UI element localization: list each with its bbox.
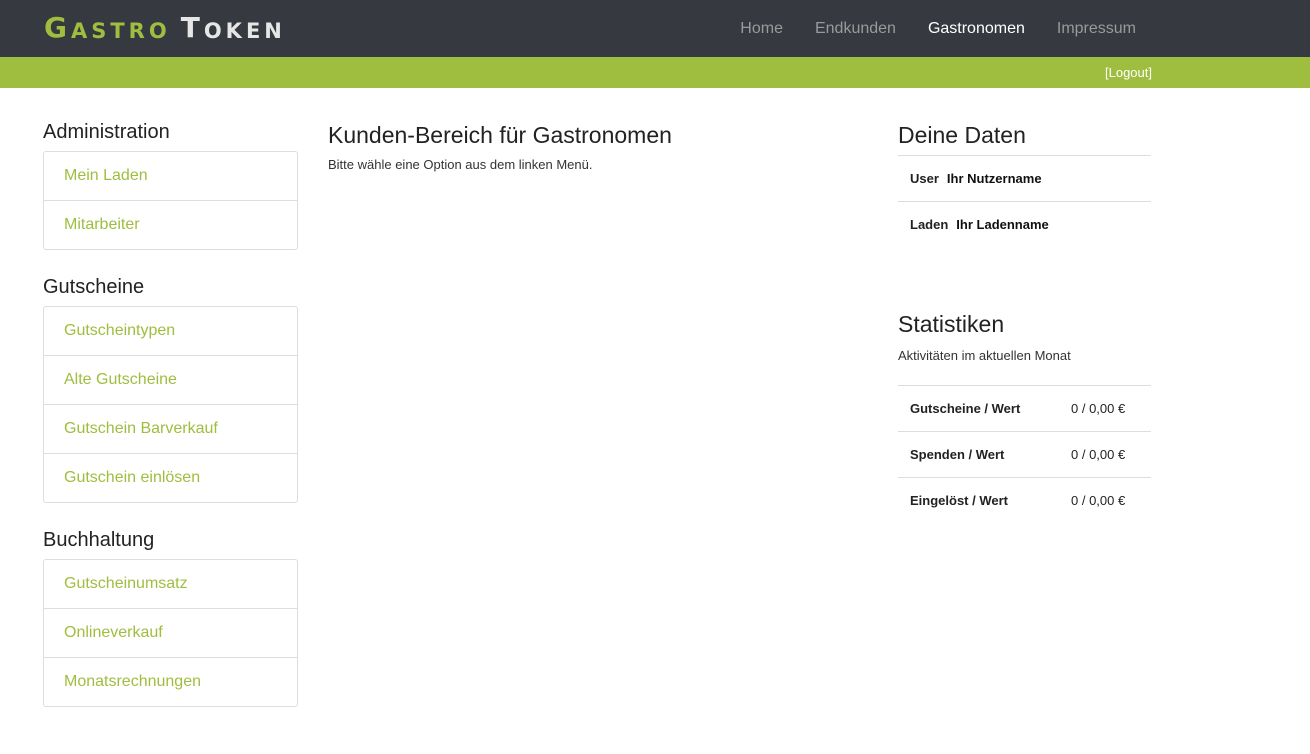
logo-text: ASTRO [70, 19, 171, 43]
nav-endkunden[interactable]: Endkunden [815, 20, 896, 38]
shop-value: Ihr Ladenname [956, 217, 1049, 232]
user-data-title: Deine Daten [898, 122, 1026, 148]
section-title-gutscheine: Gutscheine [43, 276, 145, 298]
user-label: User [910, 171, 939, 186]
user-data-row: Laden Ihr Ladenname [898, 202, 1151, 247]
right-panel: Deine Daten User Ihr Nutzername Laden Ih… [898, 121, 1151, 523]
menu-item-alte-gutscheine[interactable]: Alte Gutscheine [44, 355, 297, 404]
stat-label: Gutscheine / Wert [910, 401, 1021, 416]
menu-item-gutscheinumsatz[interactable]: Gutscheinumsatz [44, 560, 297, 608]
menu-item-gutscheintypen[interactable]: Gutscheintypen [44, 307, 297, 355]
menu-item-mitarbeiter[interactable]: Mitarbeiter [44, 200, 297, 249]
user-data-row: User Ihr Nutzername [898, 156, 1151, 202]
administration-menu: Mein Laden Mitarbeiter [43, 151, 298, 250]
user-data-table: User Ihr Nutzername Laden Ihr Ladenname [898, 155, 1151, 247]
menu-item-mein-laden[interactable]: Mein Laden [44, 152, 297, 200]
logo-letter: G [44, 11, 71, 44]
section-title-buchhaltung: Buchhaltung [43, 529, 155, 551]
page-title: Kunden-Bereich für Gastronomen [328, 122, 672, 148]
menu-item-gutschein-einloesen[interactable]: Gutschein einlösen [44, 453, 297, 502]
sub-bar: [Logout] [0, 57, 1310, 88]
stat-value: 0 / 0,00 € [1071, 493, 1126, 508]
main-nav: Home Endkunden Gastronomen Impressum [708, 0, 1136, 57]
menu-item-monatsrechnungen[interactable]: Monatsrechnungen [44, 657, 297, 706]
menu-item-gutschein-barverkauf[interactable]: Gutschein Barverkauf [44, 404, 297, 453]
top-navbar: G ASTRO T OKEN Home Endkunden Gastronome… [0, 0, 1310, 57]
shop-label: Laden [910, 217, 949, 232]
stat-row: Gutscheine / Wert 0 / 0,00 € [898, 386, 1151, 432]
nav-impressum[interactable]: Impressum [1057, 20, 1136, 38]
logo-text: OKEN [203, 19, 286, 43]
menu-item-onlineverkauf[interactable]: Onlineverkauf [44, 608, 297, 657]
user-value: Ihr Nutzername [946, 171, 1042, 186]
stat-value: 0 / 0,00 € [1071, 401, 1126, 416]
nav-gastronomen[interactable]: Gastronomen [928, 20, 1025, 38]
stat-value: 0 / 0,00 € [1071, 447, 1126, 462]
statistics-subtitle: Aktivitäten im aktuellen Monat [898, 348, 1071, 363]
logout-link[interactable]: [Logout] [1105, 65, 1152, 80]
sidebar: Administration Mein Laden Mitarbeiter Gu… [43, 121, 298, 733]
nav-home[interactable]: Home [740, 20, 783, 38]
statistics-table: Gutscheine / Wert 0 / 0,00 € Spenden / W… [898, 385, 1151, 523]
main-content: Kunden-Bereich für Gastronomen Bitte wäh… [328, 121, 672, 172]
brand-logo[interactable]: G ASTRO T OKEN [44, 12, 286, 42]
page-hint: Bitte wähle eine Option aus dem linken M… [328, 157, 593, 172]
section-title-administration: Administration [43, 121, 170, 143]
stat-row: Spenden / Wert 0 / 0,00 € [898, 432, 1151, 478]
buchhaltung-menu: Gutscheinumsatz Onlineverkauf Monatsrech… [43, 559, 298, 707]
stat-label: Spenden / Wert [910, 447, 1005, 462]
statistics-title: Statistiken [898, 311, 1005, 337]
stat-row: Eingelöst / Wert 0 / 0,00 € [898, 478, 1151, 523]
stat-label: Eingelöst / Wert [910, 493, 1008, 508]
gutscheine-menu: Gutscheintypen Alte Gutscheine Gutschein… [43, 306, 298, 503]
logo-letter: T [180, 11, 204, 44]
